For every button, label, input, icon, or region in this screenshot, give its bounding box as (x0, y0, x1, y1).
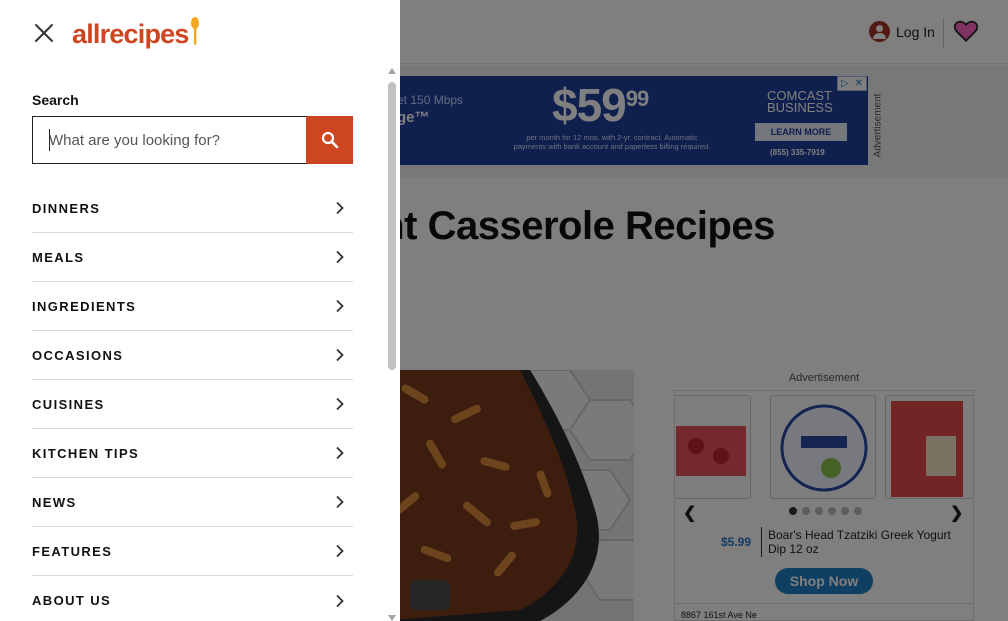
chevron-right-icon (336, 544, 344, 558)
scroll-thumb[interactable] (388, 82, 396, 370)
search-form (32, 116, 353, 164)
nav-item-about-us[interactable]: ABOUT US (32, 576, 353, 621)
logo-text: allrecipes (72, 19, 189, 49)
nav-item-label: MEALS (32, 249, 85, 265)
nav-item-cuisines[interactable]: CUISINES (32, 380, 353, 429)
nav-item-news[interactable]: NEWS (32, 478, 353, 527)
spoon-icon (190, 17, 199, 45)
chevron-right-icon (336, 299, 344, 313)
nav-menu: DINNERS MEALS INGREDIENTS OCCASIONS CUISINES… (32, 184, 353, 621)
search-label: Search (32, 92, 79, 108)
nav-item-features[interactable]: FEATURES (32, 527, 353, 576)
search-input[interactable] (32, 116, 306, 164)
nav-item-label: DINNERS (32, 200, 101, 216)
drawer-scrollbar[interactable] (387, 68, 398, 621)
nav-item-label: KITCHEN TIPS (32, 445, 140, 461)
search-icon (321, 131, 338, 149)
chevron-right-icon (336, 495, 344, 509)
nav-item-label: ABOUT US (32, 593, 112, 608)
scroll-up-arrow[interactable] (388, 68, 396, 74)
nav-item-label: OCCASIONS (32, 347, 124, 363)
nav-item-label: INGREDIENTS (32, 298, 137, 314)
scroll-down-arrow[interactable] (388, 615, 396, 621)
nav-item-label: NEWS (32, 494, 77, 510)
chevron-right-icon (336, 397, 344, 411)
allrecipes-logo[interactable]: allrecipes (72, 16, 200, 50)
chevron-right-icon (336, 594, 344, 607)
nav-item-dinners[interactable]: DINNERS (32, 184, 353, 233)
nav-item-label: FEATURES (32, 543, 113, 559)
nav-item-label: CUISINES (32, 396, 105, 412)
nav-item-ingredients[interactable]: INGREDIENTS (32, 282, 353, 331)
chevron-right-icon (336, 201, 344, 215)
chevron-right-icon (336, 250, 344, 264)
chevron-right-icon (336, 446, 344, 460)
text-cursor (49, 129, 50, 151)
nav-item-kitchen-tips[interactable]: KITCHEN TIPS (32, 429, 353, 478)
search-button[interactable] (306, 116, 353, 164)
nav-drawer: allrecipes Search DINNERS MEALS INGREDIENT… (0, 0, 400, 621)
close-icon[interactable] (33, 22, 55, 44)
nav-item-occasions[interactable]: OCCASIONS (32, 331, 353, 380)
chevron-right-icon (336, 348, 344, 362)
nav-item-meals[interactable]: MEALS (32, 233, 353, 282)
